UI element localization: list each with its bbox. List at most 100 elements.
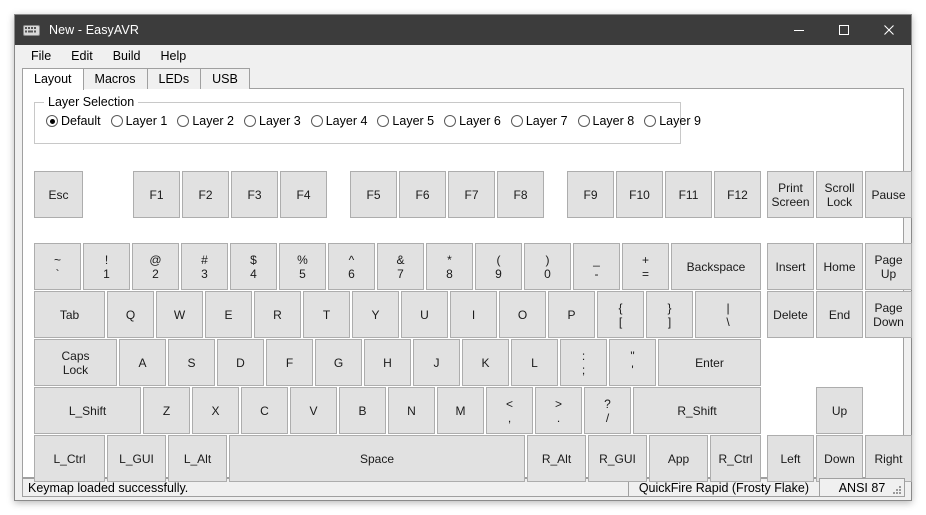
key-r[interactable]: R	[254, 291, 301, 338]
tab-leds[interactable]: LEDs	[146, 68, 202, 89]
key-f5[interactable]: F5	[350, 171, 397, 218]
key-left-gui[interactable]: L_GUI	[107, 435, 166, 482]
key-6[interactable]: ^ 6	[328, 243, 375, 290]
key-space[interactable]: Space	[229, 435, 525, 482]
key-5[interactable]: % 5	[279, 243, 326, 290]
key-9[interactable]: (9	[475, 243, 522, 290]
key-enter[interactable]: Enter	[658, 339, 761, 386]
key-v[interactable]: V	[290, 387, 337, 434]
key-q[interactable]: Q	[107, 291, 154, 338]
key-down[interactable]: Down	[816, 435, 863, 482]
key-right[interactable]: Right	[865, 435, 912, 482]
key-home[interactable]: Home	[816, 243, 863, 290]
key-o[interactable]: O	[499, 291, 546, 338]
key-label-line: X	[211, 403, 220, 418]
key-f4[interactable]: F4	[280, 171, 327, 218]
key-f8[interactable]: F8	[497, 171, 544, 218]
key-3[interactable]: #3	[181, 243, 228, 290]
key-f9[interactable]: F9	[567, 171, 614, 218]
key-left-shift[interactable]: L_Shift	[34, 387, 141, 434]
key-t[interactable]: T	[303, 291, 350, 338]
key-h[interactable]: H	[364, 339, 411, 386]
key-end[interactable]: End	[816, 291, 863, 338]
tab-layout[interactable]: Layout	[22, 68, 84, 90]
key-left[interactable]: Left	[767, 435, 814, 482]
key-m[interactable]: M	[437, 387, 484, 434]
key-esc[interactable]: Esc	[34, 171, 83, 218]
key-caps-lock[interactable]: Caps Lock	[34, 339, 117, 386]
key-quote[interactable]: " '	[609, 339, 656, 386]
key-right-ctrl[interactable]: R_Ctrl	[710, 435, 761, 482]
key-equal[interactable]: + =	[622, 243, 669, 290]
key-up[interactable]: Up	[816, 387, 863, 434]
key-g[interactable]: G	[315, 339, 362, 386]
key-bracket-right[interactable]: }]	[646, 291, 693, 338]
key-e[interactable]: E	[205, 291, 252, 338]
key-tab[interactable]: Tab	[34, 291, 105, 338]
key-left-alt[interactable]: L_Alt	[168, 435, 227, 482]
key-pause[interactable]: Pause	[865, 171, 912, 218]
key-page-up[interactable]: Page Up	[865, 243, 912, 290]
key-left-ctrl[interactable]: L_Ctrl	[34, 435, 105, 482]
key-i[interactable]: I	[450, 291, 497, 338]
tab-macros[interactable]: Macros	[82, 68, 148, 89]
key-f[interactable]: F	[266, 339, 313, 386]
key-1[interactable]: ! 1	[83, 243, 130, 290]
key-print-screen[interactable]: Print Screen	[767, 171, 814, 218]
key-u[interactable]: U	[401, 291, 448, 338]
key-d[interactable]: D	[217, 339, 264, 386]
key-s[interactable]: S	[168, 339, 215, 386]
key-slash[interactable]: ? /	[584, 387, 631, 434]
key-y[interactable]: Y	[352, 291, 399, 338]
key-l[interactable]: L	[511, 339, 558, 386]
key-4[interactable]: $4	[230, 243, 277, 290]
key-7[interactable]: & 7	[377, 243, 424, 290]
key-a[interactable]: A	[119, 339, 166, 386]
key-app[interactable]: App	[649, 435, 708, 482]
key-w[interactable]: W	[156, 291, 203, 338]
key-semicolon[interactable]: :;	[560, 339, 607, 386]
maximize-icon[interactable]	[821, 15, 866, 45]
key-bracket-left[interactable]: {[	[597, 291, 644, 338]
key-delete[interactable]: Delete	[767, 291, 814, 338]
key-f1[interactable]: F1	[133, 171, 180, 218]
key-period[interactable]: >.	[535, 387, 582, 434]
menu-item-edit[interactable]: Edit	[63, 47, 101, 65]
key-2[interactable]: @2	[132, 243, 179, 290]
key-8[interactable]: * 8	[426, 243, 473, 290]
tab-usb[interactable]: USB	[200, 68, 250, 89]
key-z[interactable]: Z	[143, 387, 190, 434]
key-n[interactable]: N	[388, 387, 435, 434]
key-backspace[interactable]: Backspace	[671, 243, 761, 290]
close-icon[interactable]	[866, 15, 911, 45]
key-f10[interactable]: F10	[616, 171, 663, 218]
menu-item-help[interactable]: Help	[153, 47, 195, 65]
key-j[interactable]: J	[413, 339, 460, 386]
key-right-gui[interactable]: R_GUI	[588, 435, 647, 482]
key-p[interactable]: P	[548, 291, 595, 338]
key-right-alt[interactable]: R_Alt	[527, 435, 586, 482]
key-x[interactable]: X	[192, 387, 239, 434]
key-f7[interactable]: F7	[448, 171, 495, 218]
key-right-shift[interactable]: R_Shift	[633, 387, 761, 434]
key-c[interactable]: C	[241, 387, 288, 434]
key-scroll-lock[interactable]: Scroll Lock	[816, 171, 863, 218]
key-b[interactable]: B	[339, 387, 386, 434]
key-comma[interactable]: <,	[486, 387, 533, 434]
key-f11[interactable]: F11	[665, 171, 712, 218]
key-insert[interactable]: Insert	[767, 243, 814, 290]
key-f6[interactable]: F6	[399, 171, 446, 218]
resize-grip-icon[interactable]	[891, 484, 902, 495]
minimize-icon[interactable]	[776, 15, 821, 45]
key-k[interactable]: K	[462, 339, 509, 386]
key-page-down[interactable]: Page Down	[865, 291, 912, 338]
key-backslash[interactable]: | \	[695, 291, 761, 338]
key-grave[interactable]: ~ `	[34, 243, 81, 290]
key-f3[interactable]: F3	[231, 171, 278, 218]
key-f2[interactable]: F2	[182, 171, 229, 218]
menu-item-file[interactable]: File	[23, 47, 59, 65]
key-minus[interactable]: _ -	[573, 243, 620, 290]
key-0[interactable]: ) 0	[524, 243, 571, 290]
menu-item-build[interactable]: Build	[105, 47, 149, 65]
key-f12[interactable]: F12	[714, 171, 761, 218]
